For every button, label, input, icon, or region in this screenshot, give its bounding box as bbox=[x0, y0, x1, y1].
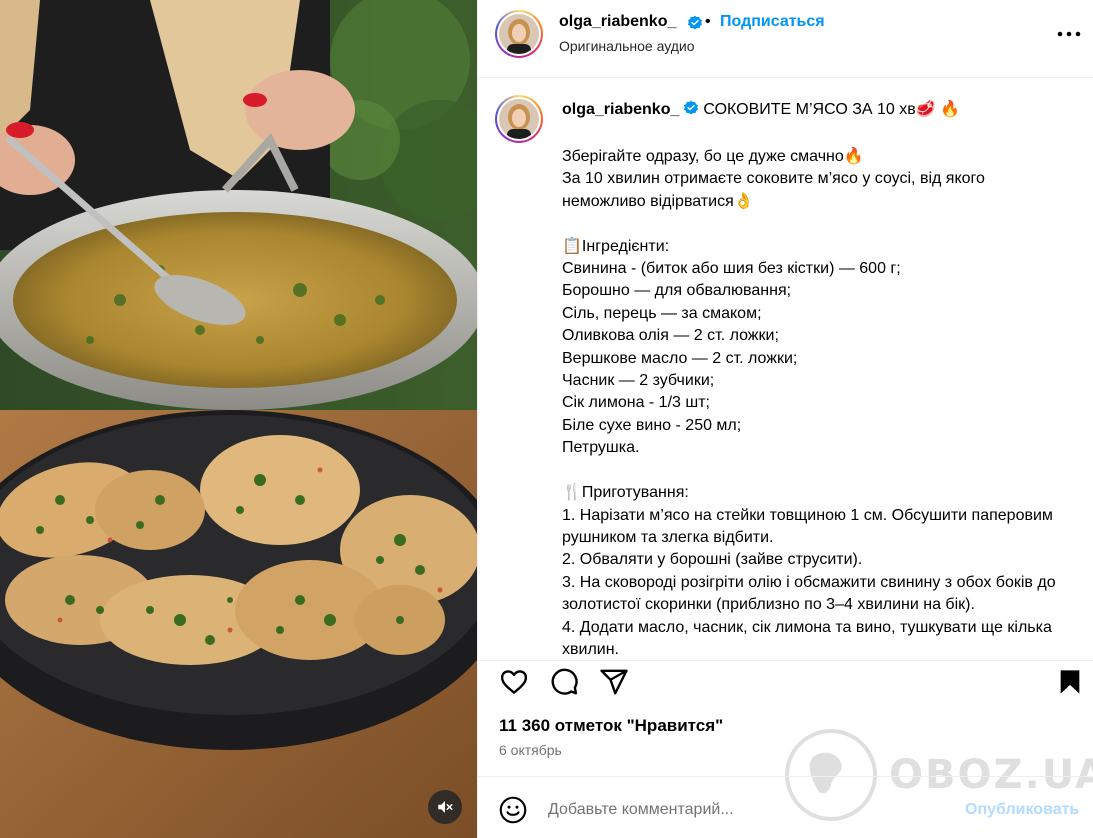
caption-text: Зберігайте одразу, бо це дуже смачно🔥 За… bbox=[562, 148, 1056, 658]
verified-badge-icon bbox=[684, 100, 699, 115]
caption-username[interactable]: olga_riabenko_ bbox=[562, 101, 679, 118]
food-photo bbox=[0, 0, 477, 838]
follow-button[interactable]: Подписаться bbox=[720, 13, 825, 31]
original-audio-link[interactable]: Оригинальное аудио bbox=[559, 38, 695, 54]
caption-title: СОКОВИТЕ М’ЯСО ЗА 10 хв🥩 🔥 bbox=[703, 101, 961, 118]
share-icon[interactable] bbox=[599, 667, 629, 697]
avatar[interactable] bbox=[495, 10, 543, 58]
post-panel: olga_riabenko_ • Подписаться Оригинально… bbox=[477, 0, 1093, 838]
post-header: olga_riabenko_ • Подписаться Оригинально… bbox=[478, 0, 1093, 78]
speaker-muted-icon bbox=[438, 801, 453, 813]
post-video[interactable] bbox=[0, 0, 477, 838]
post-date[interactable]: 6 октябрь bbox=[499, 742, 562, 758]
comment-icon[interactable] bbox=[549, 667, 579, 697]
mute-button[interactable] bbox=[428, 790, 462, 824]
comment-bar: Опубликовать bbox=[478, 776, 1093, 838]
separator-dot: • bbox=[705, 13, 711, 30]
caption-avatar[interactable] bbox=[495, 95, 543, 143]
likes-count[interactable]: 11 360 отметок "Нравится" bbox=[499, 716, 723, 736]
caption-section: olga_riabenko_ СОКОВИТЕ М’ЯСО ЗА 10 хв🥩 … bbox=[478, 78, 1093, 660]
comment-input[interactable] bbox=[548, 799, 928, 821]
emoji-icon[interactable] bbox=[499, 796, 527, 824]
action-bar bbox=[478, 660, 1093, 700]
more-options-icon[interactable] bbox=[1054, 24, 1084, 44]
caption-header: olga_riabenko_ СОКОВИТЕ М’ЯСО ЗА 10 хв🥩 … bbox=[562, 99, 960, 119]
author-username[interactable]: olga_riabenko_ bbox=[559, 13, 676, 31]
publish-button[interactable]: Опубликовать bbox=[965, 801, 1079, 819]
heart-icon[interactable] bbox=[499, 667, 529, 697]
bookmark-icon[interactable] bbox=[1056, 667, 1084, 697]
verified-badge-icon bbox=[687, 15, 703, 30]
